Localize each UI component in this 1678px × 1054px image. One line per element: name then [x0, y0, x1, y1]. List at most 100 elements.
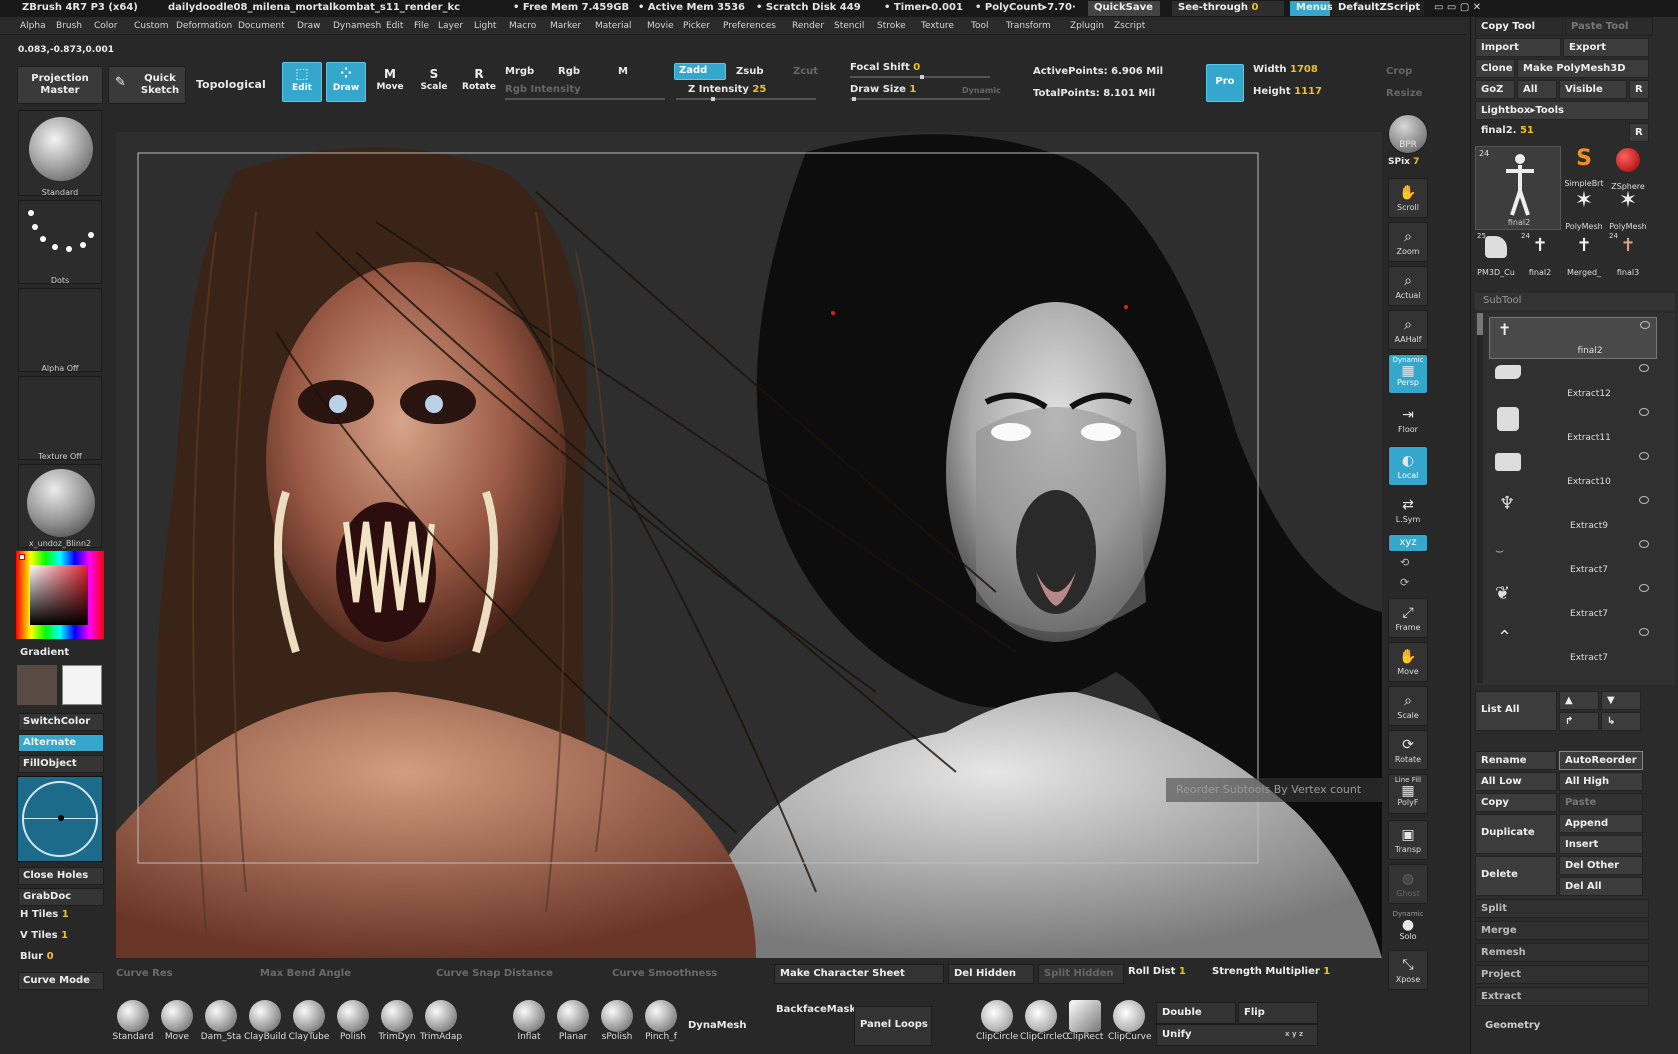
move-mode-button[interactable]: M Move: [370, 62, 410, 102]
zoom-button[interactable]: ⌕ Zoom: [1388, 222, 1428, 262]
color-picker[interactable]: [16, 551, 104, 639]
tool-thumb-final2-b[interactable]: 24 ✝ final2: [1519, 232, 1561, 277]
tool-thumb-pm3d[interactable]: 25 PM3D_Cu: [1475, 232, 1517, 277]
max-bend-angle-slider[interactable]: Max Bend Angle: [260, 968, 351, 979]
tool-thumb-polymesh-b[interactable]: ✶ PolyMesh: [1607, 188, 1649, 231]
copy-tool-button[interactable]: Copy Tool: [1475, 17, 1563, 36]
brush-trimadaptive[interactable]: TrimAdap: [420, 1000, 462, 1052]
clip-circle-center-tool[interactable]: ClipCircleC: [1020, 1000, 1069, 1052]
dynamesh-button[interactable]: DynaMesh: [688, 1020, 747, 1031]
transp-button[interactable]: ▣ Transp: [1388, 820, 1428, 860]
subtool-eye-icon-6[interactable]: [1639, 584, 1649, 592]
alternate-button[interactable]: Alternate: [18, 734, 104, 752]
scale-mode-button[interactable]: S Scale: [414, 62, 454, 102]
menu-document[interactable]: Document: [238, 21, 285, 31]
menu-dynamesh[interactable]: Dynamesh: [333, 21, 381, 31]
split-hidden-button[interactable]: Split Hidden: [1038, 964, 1124, 984]
h-tiles-slider[interactable]: H Tiles 1: [20, 909, 69, 920]
draw-size-knob[interactable]: [852, 97, 856, 101]
paste-tool-button[interactable]: Paste Tool: [1565, 17, 1653, 36]
doc-height-slider[interactable]: Height 1117: [1253, 86, 1322, 97]
clip-circle-tool[interactable]: ClipCircle: [976, 1000, 1018, 1052]
topological-button[interactable]: Topological: [196, 78, 266, 91]
blur-slider[interactable]: Blur 0: [20, 951, 54, 962]
menu-light[interactable]: Light: [474, 21, 496, 31]
subtool-header[interactable]: SubTool: [1475, 293, 1675, 310]
brush-dam-standard[interactable]: Dam_Sta: [200, 1000, 242, 1052]
aahalf-button[interactable]: ⌕ AAHalf: [1388, 310, 1428, 350]
document-canvas[interactable]: Reorder Subtools By Vertex count: [116, 132, 1382, 958]
clip-curve-tool[interactable]: ClipCurve: [1108, 1000, 1152, 1052]
xyz-button[interactable]: xyz: [1388, 534, 1428, 552]
curve-mode-button[interactable]: Curve Mode: [18, 972, 104, 990]
scale-view-button[interactable]: ⌕ Scale: [1388, 686, 1428, 726]
mrgb-button[interactable]: Mrgb: [505, 66, 534, 77]
current-tool-slider[interactable]: final2. 51: [1481, 125, 1534, 136]
subtool-eye-icon-1[interactable]: [1639, 364, 1649, 372]
menu-edit[interactable]: Edit: [386, 21, 403, 31]
subtool-row-5[interactable]: ⌣ Extract7: [1489, 537, 1657, 579]
rotate-axis-icon[interactable]: ⟲: [1400, 556, 1409, 569]
curve-snap-distance-slider[interactable]: Curve Snap Distance: [436, 968, 553, 979]
z-intensity-knob[interactable]: [711, 97, 715, 101]
menu-draw[interactable]: Draw: [297, 21, 321, 31]
secondary-color-swatch[interactable]: [62, 665, 102, 705]
move-up-arrow-icon[interactable]: ▲: [1559, 691, 1599, 710]
ghost-button[interactable]: ◍ Ghost: [1388, 864, 1428, 904]
actual-button[interactable]: ⌕ Actual: [1388, 266, 1428, 306]
menu-file[interactable]: File: [414, 21, 429, 31]
paste-subtool-button[interactable]: Paste: [1559, 793, 1643, 812]
goz-visible-button[interactable]: Visible: [1559, 80, 1627, 99]
menu-transform[interactable]: Transform: [1006, 21, 1051, 31]
tool-thumb-final3[interactable]: 24 ✝ final3: [1607, 232, 1649, 277]
import-button[interactable]: Import: [1475, 38, 1561, 57]
switch-color-button[interactable]: SwitchColor: [18, 713, 104, 731]
focal-shift-slider[interactable]: Focal Shift 0: [850, 62, 920, 73]
menu-custom[interactable]: Custom: [134, 21, 168, 31]
subtool-row-1[interactable]: Extract12: [1489, 361, 1657, 403]
menu-stroke[interactable]: Stroke: [877, 21, 906, 31]
goz-r-button[interactable]: R: [1629, 80, 1649, 99]
subtool-row-0[interactable]: ✝ final2: [1489, 317, 1657, 359]
move-view-button[interactable]: ✋ Move: [1388, 642, 1428, 682]
curve-editor[interactable]: [17, 776, 103, 862]
rgb-intensity-slider[interactable]: Rgb Intensity: [505, 84, 581, 95]
solo-button[interactable]: Dynamic ● Solo: [1388, 908, 1428, 948]
primary-color-swatch[interactable]: [17, 665, 57, 705]
make-polymesh3d-button[interactable]: Make PolyMesh3D: [1517, 59, 1649, 78]
local-button[interactable]: ◐ Local: [1388, 446, 1428, 486]
merge-section[interactable]: Merge: [1475, 921, 1649, 940]
append-button[interactable]: Append: [1559, 814, 1643, 833]
zcut-button[interactable]: Zcut: [793, 66, 818, 77]
menu-deformation[interactable]: Deformation: [176, 21, 232, 31]
tool-thumb-polymesh-a[interactable]: ✶ PolyMesh: [1563, 188, 1605, 231]
brush-inflat[interactable]: Inflat: [508, 1000, 550, 1052]
clip-rect-tool[interactable]: ClipRect: [1064, 1000, 1106, 1052]
zsub-button[interactable]: Zsub: [736, 66, 763, 77]
menu-render[interactable]: Render: [792, 21, 824, 31]
autoreorder-button[interactable]: AutoReorder: [1559, 751, 1643, 770]
backface-mask-button[interactable]: BackfaceMask: [776, 1004, 856, 1015]
copy-subtool-button[interactable]: Copy: [1475, 793, 1557, 812]
brush-spolish[interactable]: sPolish: [596, 1000, 638, 1052]
del-all-button[interactable]: Del All: [1559, 877, 1643, 896]
bpr-button[interactable]: BPR: [1388, 114, 1428, 154]
draw-button[interactable]: ⁘ Draw: [326, 62, 366, 102]
move-right-arrow-icon[interactable]: ↳: [1601, 712, 1641, 731]
xpose-button[interactable]: ⤡ Xpose: [1388, 950, 1428, 990]
del-hidden-button[interactable]: Del Hidden: [948, 964, 1034, 984]
list-all-button[interactable]: List All: [1475, 691, 1557, 731]
brush-move[interactable]: Move: [156, 1000, 198, 1052]
extract-section[interactable]: Extract: [1475, 987, 1649, 1006]
curve-editor-point[interactable]: [58, 815, 64, 821]
menu-zscript[interactable]: Zscript: [1114, 21, 1145, 31]
flip-button[interactable]: Flip: [1238, 1002, 1318, 1024]
zadd-button[interactable]: Zadd: [674, 63, 726, 80]
see-through-slider[interactable]: See-through 0: [1172, 1, 1284, 16]
crop-button[interactable]: Crop: [1386, 66, 1412, 77]
rotate-axis-y-icon[interactable]: ⟳: [1400, 576, 1409, 589]
remesh-section[interactable]: Remesh: [1475, 943, 1649, 962]
unify-button[interactable]: Unify x y z: [1156, 1024, 1318, 1046]
move-down-arrow-icon[interactable]: ▼: [1601, 691, 1641, 710]
draw-size-slider[interactable]: Draw Size 1: [850, 84, 916, 95]
